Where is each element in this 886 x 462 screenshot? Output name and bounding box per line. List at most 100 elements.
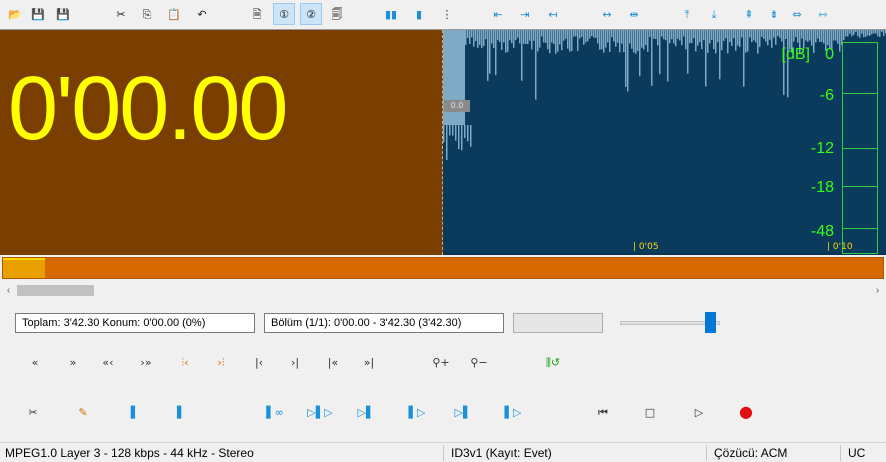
waveform-segment — [805, 30, 807, 41]
waveform-segment — [655, 30, 657, 40]
waveform-segment — [775, 30, 777, 45]
expand-icon[interactable]: ⇿ — [812, 3, 834, 25]
waveform-segment — [623, 30, 625, 53]
save-waveform-icon[interactable]: 💾 — [27, 3, 49, 25]
waveform-segment — [715, 30, 717, 54]
erase-marker-icon[interactable]: ✎ — [70, 401, 96, 423]
waveform-segment — [455, 125, 457, 141]
waveform-segment — [663, 30, 665, 40]
waveform-segment — [877, 30, 879, 37]
scroll-thumb[interactable] — [17, 285, 94, 296]
stop-icon[interactable]: □ — [637, 401, 663, 423]
overview-view-window[interactable] — [3, 258, 45, 278]
page-search-icon[interactable]: 🗐 — [326, 3, 348, 25]
waveform-segment — [867, 30, 869, 36]
copy-icon[interactable]: ⎘ — [136, 3, 158, 25]
waveform-segment — [605, 30, 607, 48]
record-icon[interactable]: ● — [733, 401, 759, 423]
waveform-segment — [561, 30, 563, 51]
waveform-segment — [833, 30, 835, 41]
overview-bar[interactable] — [0, 255, 886, 281]
align-start-icon[interactable]: ⇞ — [738, 3, 760, 25]
play-to-end-icon[interactable]: ▷▌ — [449, 401, 477, 423]
goto-section-start-icon[interactable]: ⫶‹ — [172, 351, 198, 373]
scroll-right-icon[interactable]: › — [869, 282, 886, 299]
waveform-area[interactable]: 0'00.00 0.0 [dB] 0 -6 -12 -18 -48 | 0'05… — [0, 29, 886, 255]
overview-track[interactable] — [2, 257, 884, 279]
zoom-in-icon[interactable]: ⚲+ — [428, 351, 454, 373]
waveform-segment — [633, 30, 635, 53]
scroll-left-icon[interactable]: ‹ — [0, 282, 17, 299]
waveform-segment — [857, 30, 859, 37]
cut-icon[interactable]: ✂ — [110, 3, 132, 25]
waveform-segment — [543, 30, 545, 43]
move-marker-both-icon[interactable]: ⇹ — [623, 3, 645, 25]
dotted-marker-icon[interactable]: ⋮ — [436, 3, 458, 25]
cursor-line[interactable] — [442, 30, 443, 255]
waveform-segment — [855, 30, 857, 33]
play-section-icon[interactable]: ▷▌▷ — [300, 401, 340, 423]
open-folder-icon[interactable]: 📂 — [4, 3, 26, 25]
volume-slider-thumb[interactable] — [705, 312, 716, 333]
forward-fast-icon[interactable]: ›» — [133, 351, 159, 373]
shrink-icon[interactable]: ⇔ — [786, 3, 808, 25]
skip-start-icon[interactable]: ⏮ — [590, 401, 616, 423]
waveform-segment — [485, 30, 487, 40]
goto-prev-mark-icon[interactable]: |« — [320, 351, 346, 373]
goto-begin-icon[interactable]: |‹ — [246, 351, 272, 373]
waveform-segment — [705, 30, 707, 87]
waveform-segment — [465, 30, 467, 45]
align-left-icon[interactable]: ⤒ — [676, 3, 698, 25]
play-to-marker-icon[interactable]: ▷▌ — [353, 401, 379, 423]
waveform-segment — [551, 30, 553, 43]
cut-point-left-icon[interactable]: ⇤ — [487, 3, 509, 25]
goto-section-end-icon[interactable]: ›⫶ — [208, 351, 234, 373]
waveform-segment — [595, 30, 597, 38]
set-end-marker-icon[interactable]: ▐ — [166, 401, 188, 423]
save-list-icon[interactable]: 💾 — [52, 3, 74, 25]
waveform-segment — [689, 30, 691, 44]
waveform-segment — [541, 30, 543, 37]
waveform-segment — [615, 30, 617, 47]
move-marker-left-icon[interactable]: ↤ — [542, 3, 564, 25]
expand-marker-icon[interactable]: ↔ — [596, 3, 618, 25]
waveform-segment — [753, 30, 755, 41]
waveform-segment — [785, 30, 787, 40]
waveform-segment — [515, 30, 517, 41]
prev-frame-icon[interactable]: « — [22, 351, 48, 373]
next-frame-icon[interactable]: » — [60, 351, 86, 373]
cut-section-icon[interactable]: ✂ — [20, 401, 46, 423]
waveform-segment — [691, 30, 693, 44]
paste-icon[interactable]: 📋 — [163, 3, 185, 25]
goto-next-mark-icon[interactable]: »| — [356, 351, 382, 373]
undo-icon[interactable]: ↶ — [191, 3, 213, 25]
waveform-segment — [545, 30, 547, 44]
align-end-icon[interactable]: ⇟ — [763, 3, 785, 25]
align-right-icon[interactable]: ⤓ — [703, 3, 725, 25]
file-info-icon[interactable]: 🗎 — [246, 3, 268, 25]
set-start-marker-icon[interactable]: ▌ — [124, 401, 146, 423]
waveform-segment — [613, 30, 615, 42]
marker-blue-icon[interactable]: ▮ — [408, 3, 430, 25]
play-from-end-icon[interactable]: ▌▷ — [498, 401, 528, 423]
waveform-segment — [497, 30, 499, 41]
waveform-segment — [773, 30, 775, 38]
cut-point-right-icon[interactable]: ⇥ — [514, 3, 536, 25]
waveform-segment — [847, 30, 849, 37]
play-icon[interactable]: ▷ — [686, 401, 712, 423]
waveform-segment — [487, 30, 489, 81]
play-around-marker-icon[interactable]: ▌∞ — [257, 401, 293, 423]
page-1-icon[interactable]: ① — [273, 3, 295, 25]
waveform-segment — [657, 30, 659, 46]
loop-section-icon[interactable]: ⫼↺ — [540, 351, 566, 373]
horizontal-scrollbar[interactable]: ‹ › — [0, 282, 886, 299]
split-blue-icon[interactable]: ▮▮ — [380, 3, 402, 25]
play-from-marker-icon[interactable]: ▌▷ — [402, 401, 432, 423]
goto-end-icon[interactable]: ›| — [282, 351, 308, 373]
zoom-out-icon[interactable]: ⚲− — [466, 351, 492, 373]
waveform-segment — [493, 30, 495, 49]
waveform-segment — [458, 125, 460, 150]
rewind-fast-icon[interactable]: «‹ — [95, 351, 121, 373]
waveform-segment — [757, 30, 759, 54]
page-2-icon[interactable]: ② — [300, 3, 322, 25]
